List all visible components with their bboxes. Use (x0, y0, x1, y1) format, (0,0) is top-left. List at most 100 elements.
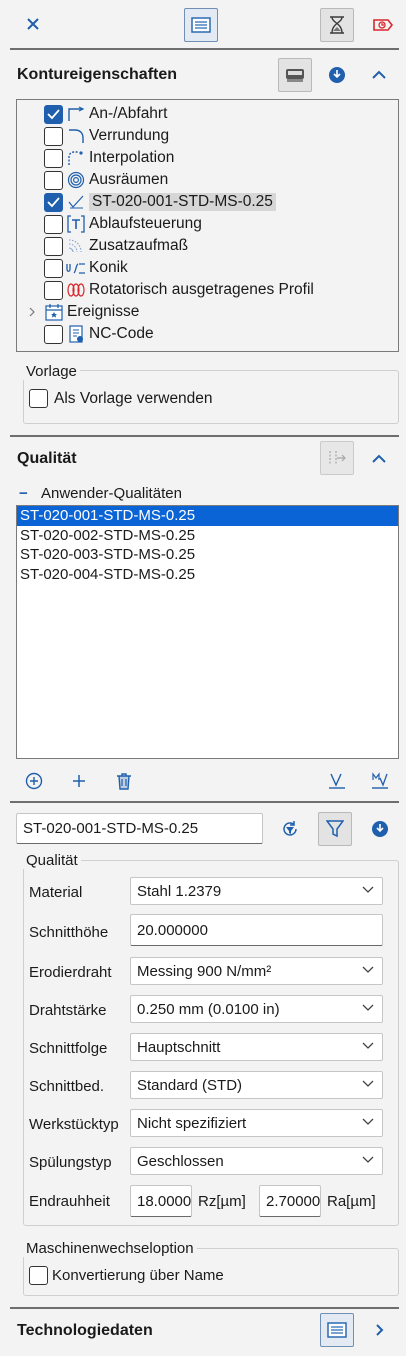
tree-item-quality[interactable]: ST-020-001-STD-MS-0.25 (44, 191, 276, 213)
checkbox[interactable] (44, 170, 63, 190)
list-item[interactable]: ST-020-002-STD-MS-0.25 (17, 526, 398, 546)
spuel-select[interactable]: Geschlossen (130, 1147, 383, 1175)
vorlage-checkbox-label: Als Vorlage verwenden (54, 389, 213, 407)
checkbox[interactable] (44, 258, 63, 278)
tree-item-interpolation[interactable]: Interpolation (44, 147, 174, 169)
list-item[interactable]: ST-020-004-STD-MS-0.25 (17, 565, 398, 585)
add-circle-button[interactable] (17, 764, 51, 798)
section-title-technologie: Technologiedaten (17, 1322, 153, 1339)
checkbox[interactable] (44, 324, 63, 344)
collapse-qualitaet-button[interactable] (369, 449, 389, 469)
add-button[interactable] (62, 764, 96, 798)
staerke-select[interactable]: 0.250 mm (0.0100 in) (130, 995, 383, 1023)
anwender-group-header[interactable]: − Anwender-Qualitäten (19, 485, 182, 502)
download-button-quality[interactable] (363, 812, 397, 846)
v-filter-icon (329, 773, 345, 789)
tree-item-zusatzaufmass[interactable]: Zusatzaufmaß (44, 235, 188, 257)
tree-item-verrundung[interactable]: Verrundung (44, 125, 169, 147)
tree-item-label: ST-020-001-STD-MS-0.25 (89, 193, 276, 211)
tree-item-anabfahrt[interactable]: An-/Abfahrt (44, 103, 167, 125)
rounding-icon (65, 126, 87, 146)
expand-chevron-icon[interactable] (25, 307, 39, 317)
schnitthoehe-label: Schnitthöhe (29, 924, 109, 941)
tag-timer-button[interactable] (365, 8, 399, 42)
nc-document-icon (65, 324, 87, 344)
tree-item-label: An-/Abfahrt (89, 105, 168, 122)
list-view-button[interactable] (184, 8, 218, 42)
add-circle-icon (25, 772, 43, 790)
refresh-filter-button[interactable] (273, 812, 307, 846)
interpolation-icon (65, 148, 87, 168)
checkbox[interactable] (44, 126, 63, 146)
tree-item-label: Ablaufsteuerung (89, 215, 202, 232)
tree-item-ablaufsteuerung[interactable]: Ablaufsteuerung (44, 213, 202, 235)
download-button-kontur[interactable] (320, 58, 354, 92)
technologie-list-button[interactable] (320, 1313, 354, 1347)
filter-v-button[interactable] (320, 764, 354, 798)
expand-technologie-button[interactable] (370, 1320, 390, 1340)
checkbox[interactable] (44, 148, 63, 168)
checkbox[interactable] (44, 192, 63, 212)
filter-m-button[interactable] (363, 764, 397, 798)
tree-item-rotatorisch[interactable]: Rotatorisch ausgetragenes Profil (44, 279, 314, 301)
hourglass-button[interactable] (320, 8, 354, 42)
tree-item-konik[interactable]: Konik (44, 257, 128, 279)
tree-item-label: Ausräumen (89, 171, 169, 188)
delete-button[interactable] (107, 764, 141, 798)
tree-item-ausraeumen[interactable]: Ausräumen (44, 169, 168, 191)
tree-item-label: NC-Code (89, 325, 154, 342)
checkbox[interactable] (44, 104, 63, 124)
tree-item-ereignisse[interactable]: Ereignisse (25, 301, 139, 323)
machine-button[interactable] (278, 58, 312, 92)
list-item[interactable]: ST-020-003-STD-MS-0.25 (17, 545, 398, 565)
download-circle-icon (329, 67, 345, 83)
collapse-minus-icon[interactable]: − (19, 485, 33, 502)
tree-item-label: Interpolation (89, 149, 175, 166)
filter-button[interactable] (318, 812, 352, 846)
funnel-icon (326, 820, 344, 838)
checkbox[interactable] (44, 214, 63, 234)
download-circle-icon (372, 821, 388, 837)
plus-icon (73, 775, 85, 787)
spiral-icon (65, 170, 87, 190)
chevron-down-icon (362, 1004, 374, 1011)
section-title-qualitaet: Qualität (17, 450, 77, 467)
tree-item-nccode[interactable]: NC-Code (44, 323, 154, 345)
quality-details-title: Qualität (23, 852, 81, 869)
folge-value: Hauptschnitt (137, 1038, 221, 1056)
checkbox[interactable] (29, 1266, 48, 1285)
vorlage-checkbox-row[interactable]: Als Vorlage verwenden (29, 389, 213, 408)
bed-select[interactable]: Standard (STD) (130, 1071, 383, 1099)
collapse-kontur-button[interactable] (369, 65, 389, 85)
quality-list[interactable]: ST-020-001-STD-MS-0.25 ST-020-002-STD-MS… (16, 505, 399, 759)
close-button[interactable] (16, 7, 50, 41)
typ-value: Nicht spezifiziert (137, 1114, 247, 1132)
material-select[interactable]: Stahl 1.2379 (130, 877, 383, 905)
divider (10, 48, 399, 50)
checkbox[interactable] (29, 389, 48, 408)
schnitthoehe-field[interactable]: 20.000000 (130, 914, 383, 946)
material-value: Stahl 1.2379 (137, 882, 222, 900)
rz-field[interactable]: 18.0000 (130, 1185, 192, 1217)
checkbox[interactable] (44, 236, 63, 256)
divider (10, 1307, 399, 1309)
taper-icon (65, 258, 87, 278)
tree-item-label: Ereignisse (67, 303, 140, 320)
typ-select[interactable]: Nicht spezifiziert (130, 1109, 383, 1137)
split-button[interactable] (320, 441, 354, 475)
list-view-icon (191, 17, 211, 33)
folge-select[interactable]: Hauptschnitt (130, 1033, 383, 1061)
list-view-icon (327, 1322, 347, 1338)
split-arrow-icon (329, 451, 346, 465)
divider (10, 801, 399, 803)
draht-select[interactable]: Messing 900 N/mm² (130, 957, 383, 985)
maschine-checkbox-row[interactable]: Konvertierung über Name (29, 1266, 224, 1285)
checkmark-icon (65, 192, 87, 212)
maschine-checkbox-label: Konvertierung über Name (52, 1267, 224, 1284)
checkbox[interactable] (44, 280, 63, 300)
list-item[interactable]: ST-020-001-STD-MS-0.25 (17, 506, 398, 526)
ra-field[interactable]: 2.70000 (259, 1185, 321, 1217)
rz-unit-label: Rz[µm] (198, 1193, 246, 1210)
quality-name-field[interactable]: ST-020-001-STD-MS-0.25 (16, 813, 263, 844)
bed-value: Standard (STD) (137, 1076, 243, 1094)
